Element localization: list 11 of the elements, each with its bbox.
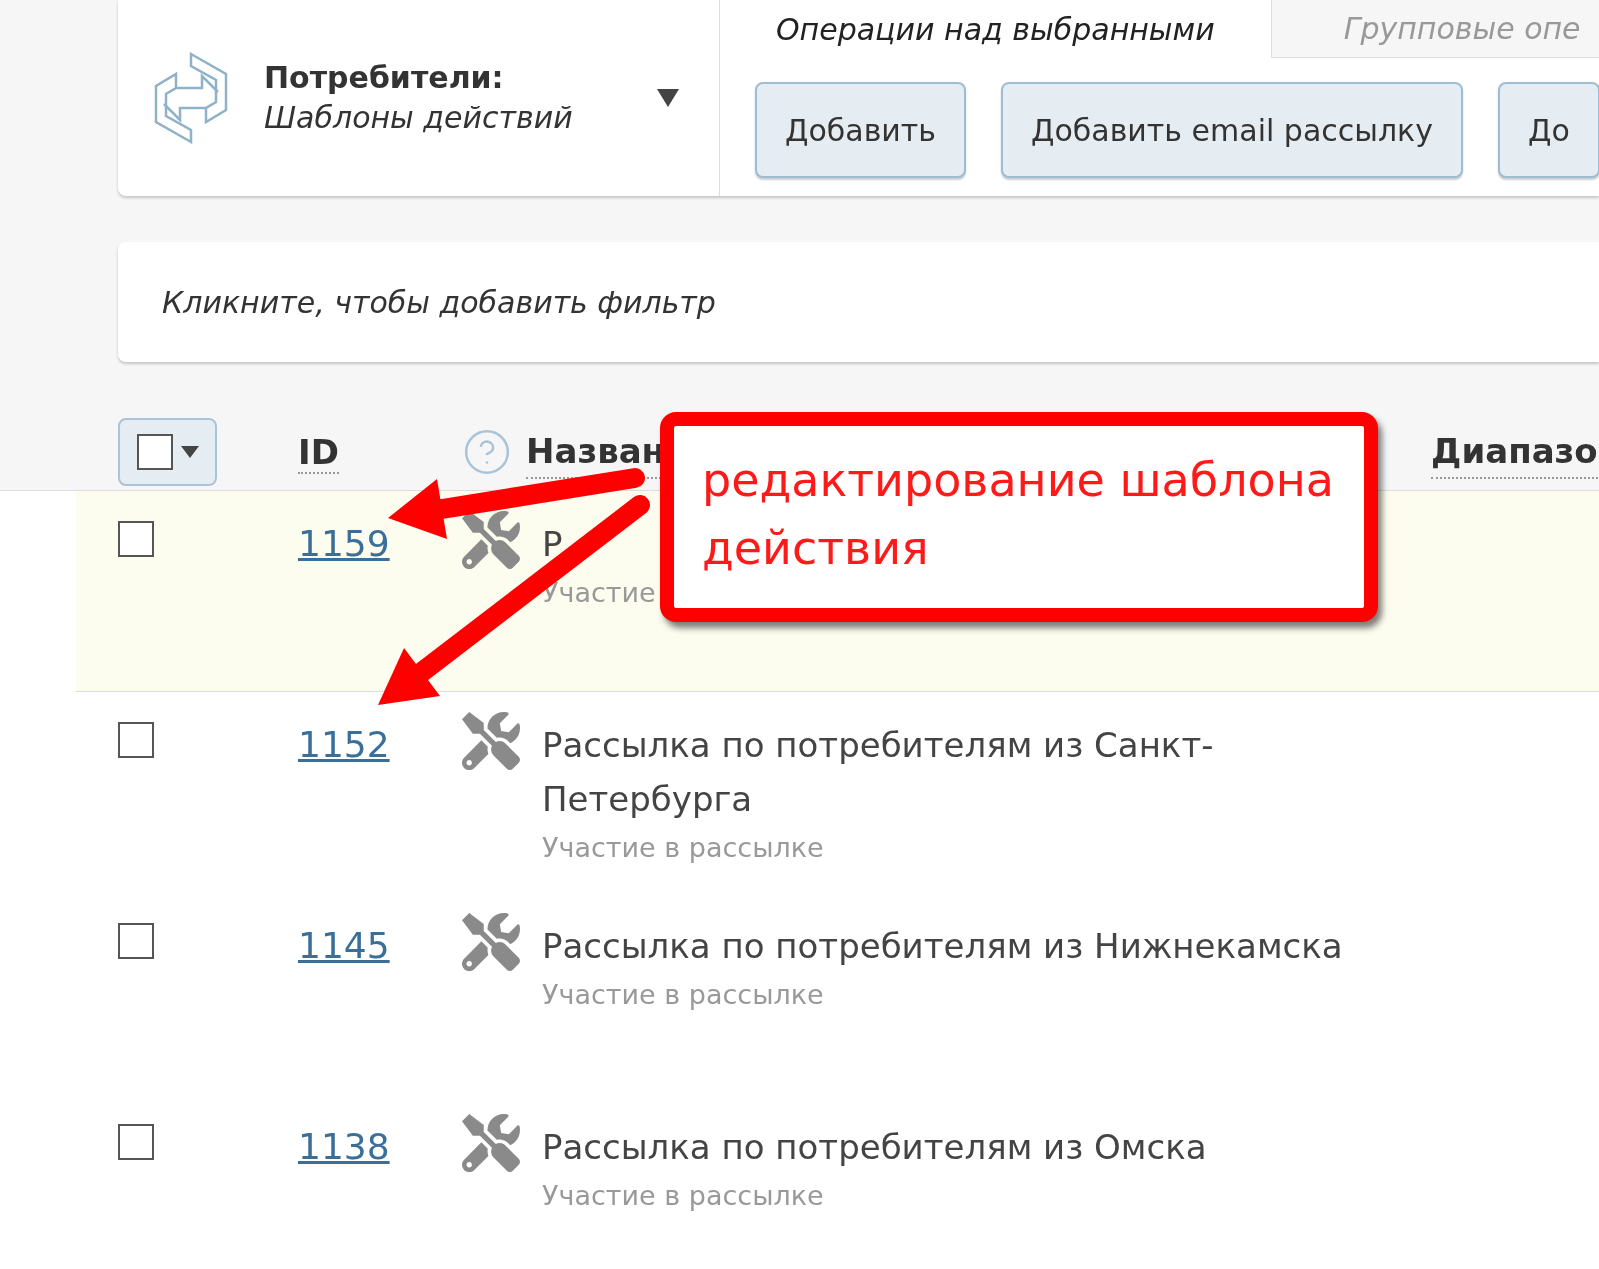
- template-type: Участие в рассылке: [542, 1179, 824, 1213]
- annotation-tooltip: редактирование шаблона действия: [660, 412, 1378, 622]
- module-subtitle: Шаблоны действий: [264, 99, 574, 137]
- template-name: Р: [542, 523, 563, 566]
- template-type: Участие в рассылке: [542, 978, 824, 1012]
- template-name: Рассылка по потребителям из Нижнекамска: [542, 925, 1343, 968]
- template-type: Участие: [542, 576, 656, 610]
- template-name: Рассылка по потребителям из Санкт-Петербурга: [542, 724, 1215, 821]
- template-name: Рассылка по потребителям из Омска: [542, 1126, 1207, 1169]
- template-type: Участие в рассылке: [542, 831, 824, 865]
- module-title: Потребители:: [264, 59, 505, 97]
